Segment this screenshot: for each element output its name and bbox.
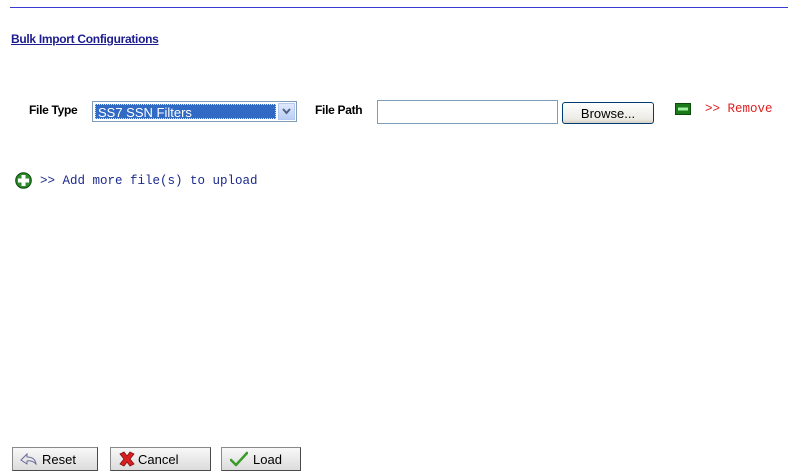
chevron-down-icon (282, 108, 291, 115)
remove-file-label: >> Remove (705, 102, 773, 116)
file-type-select[interactable]: SS7 SSN Filters (92, 101, 297, 122)
cancel-button[interactable]: Cancel (110, 447, 211, 471)
top-divider (10, 7, 788, 8)
red-x-icon (119, 451, 135, 467)
file-type-selected-value: SS7 SSN Filters (95, 104, 276, 119)
reset-button[interactable]: Reset (12, 447, 98, 471)
undo-arrow-icon (20, 452, 37, 466)
file-type-label: File Type (29, 103, 78, 117)
page-title[interactable]: Bulk Import Configurations (11, 32, 159, 46)
load-button[interactable]: Load (221, 447, 301, 471)
reset-label: Reset (42, 452, 76, 467)
plus-icon (15, 172, 32, 189)
minus-icon (675, 103, 691, 115)
add-more-files-label: >> Add more file(s) to upload (40, 174, 258, 188)
file-path-input[interactable] (377, 100, 558, 124)
browse-button[interactable]: Browse... (562, 102, 654, 124)
dropdown-arrow-button[interactable] (278, 103, 295, 120)
load-label: Load (253, 452, 282, 467)
checkmark-icon (230, 451, 248, 467)
cancel-label: Cancel (138, 452, 179, 467)
file-path-label: File Path (315, 103, 363, 117)
